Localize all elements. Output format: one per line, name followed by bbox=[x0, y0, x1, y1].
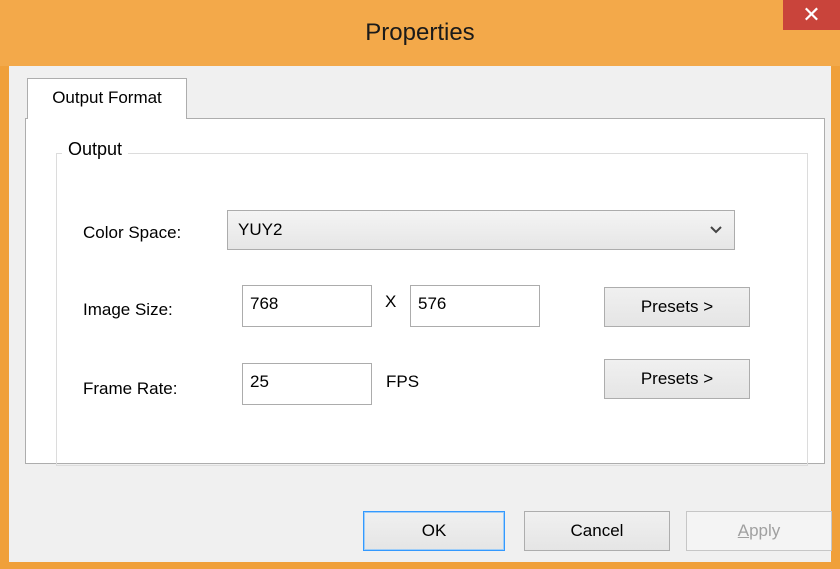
dialog-client-area: Output Format Output Color Space: YUY2 I… bbox=[9, 66, 832, 562]
apply-accelerator: A bbox=[737, 521, 750, 540]
apply-label-rest: pply bbox=[749, 521, 781, 540]
color-space-select[interactable]: YUY2 bbox=[227, 210, 735, 250]
apply-button[interactable]: Apply bbox=[686, 511, 832, 551]
close-icon: ✕ bbox=[802, 2, 821, 27]
image-size-label: Image Size: bbox=[83, 300, 173, 319]
image-size-presets-button[interactable]: Presets > bbox=[604, 287, 750, 327]
cancel-button[interactable]: Cancel bbox=[524, 511, 670, 551]
frame-rate-unit: FPS bbox=[386, 372, 420, 391]
chevron-down-icon bbox=[710, 226, 722, 234]
title-bar[interactable]: Properties ✕ bbox=[0, 0, 840, 66]
properties-dialog: Properties ✕ Output Format Output Color … bbox=[0, 0, 840, 569]
image-width-input[interactable]: 768 bbox=[242, 285, 372, 327]
window-title: Properties bbox=[365, 19, 475, 46]
color-space-value: YUY2 bbox=[238, 220, 283, 239]
output-group-label: Output bbox=[62, 139, 129, 160]
frame-rate-label: Frame Rate: bbox=[83, 379, 178, 398]
image-size-separator: X bbox=[385, 292, 397, 311]
frame-rate-presets-button[interactable]: Presets > bbox=[604, 359, 750, 399]
color-space-label: Color Space: bbox=[83, 223, 182, 242]
close-button[interactable]: ✕ bbox=[783, 0, 840, 30]
ok-button[interactable]: OK bbox=[363, 511, 505, 551]
tab-output-format[interactable]: Output Format bbox=[27, 78, 187, 119]
frame-rate-input[interactable]: 25 bbox=[242, 363, 372, 405]
image-height-input[interactable]: 576 bbox=[410, 285, 540, 327]
